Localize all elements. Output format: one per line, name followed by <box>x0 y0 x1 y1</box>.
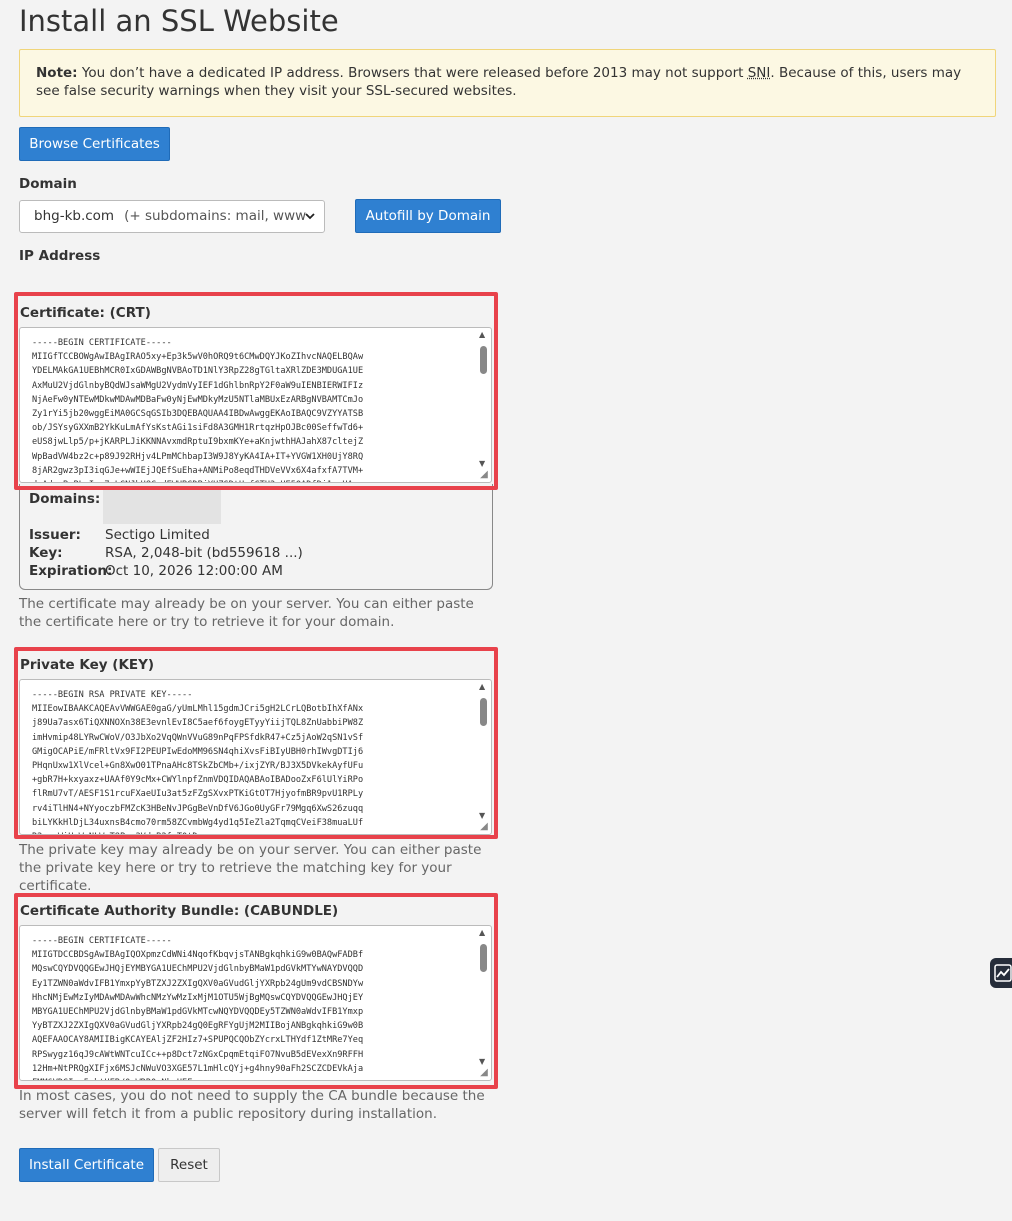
expiration-label: Expiration: <box>29 563 113 579</box>
issuer-value: Sectigo Limited <box>105 527 210 543</box>
reset-button[interactable]: Reset <box>158 1148 220 1182</box>
domain-select[interactable]: bhg-kb.com (+ subdomains: mail, www <box>19 200 325 233</box>
browse-certificates-button[interactable]: Browse Certificates <box>19 127 170 161</box>
highlight-box-private-key <box>14 647 498 839</box>
note-label: Note: <box>36 65 78 81</box>
ip-address-label: IP Address <box>19 248 101 264</box>
key-value: RSA, 2,048-bit (bd559618 ...) <box>105 545 303 561</box>
issuer-label: Issuer: <box>29 527 81 543</box>
cabundle-help-text: In most cases, you do not need to supply… <box>19 1088 485 1122</box>
sni-warning-note: Note: You don’t have a dedicated IP addr… <box>19 49 996 117</box>
line-chart-icon[interactable] <box>990 958 1012 988</box>
domain-selected-detail: (+ subdomains: mail, www <box>124 208 307 224</box>
highlight-box-certificate <box>14 292 498 490</box>
private-key-help-text: The private key may already be on your s… <box>19 842 482 894</box>
key-label: Key: <box>29 545 63 561</box>
note-text-before: You don’t have a dedicated IP address. B… <box>81 65 744 81</box>
domain-label: Domain <box>19 176 77 192</box>
domain-selected-value: bhg-kb.com <box>34 208 115 224</box>
autofill-by-domain-button[interactable]: Autofill by Domain <box>355 199 501 233</box>
chevron-down-icon <box>304 210 316 225</box>
install-certificate-button[interactable]: Install Certificate <box>19 1148 154 1182</box>
certificate-details-panel: Domains: Issuer: Sectigo Limited Key: RSA,… <box>19 484 493 590</box>
redacted-domains <box>103 488 221 524</box>
highlight-box-cabundle <box>14 893 498 1089</box>
certificate-help-text: The certificate may already be on your s… <box>19 596 474 630</box>
sni-abbr[interactable]: SNI <box>748 65 771 81</box>
expiration-value: Oct 10, 2026 12:00:00 AM <box>105 563 283 579</box>
page-title: Install an SSL Website <box>19 4 339 38</box>
domains-label: Domains: <box>29 491 101 507</box>
